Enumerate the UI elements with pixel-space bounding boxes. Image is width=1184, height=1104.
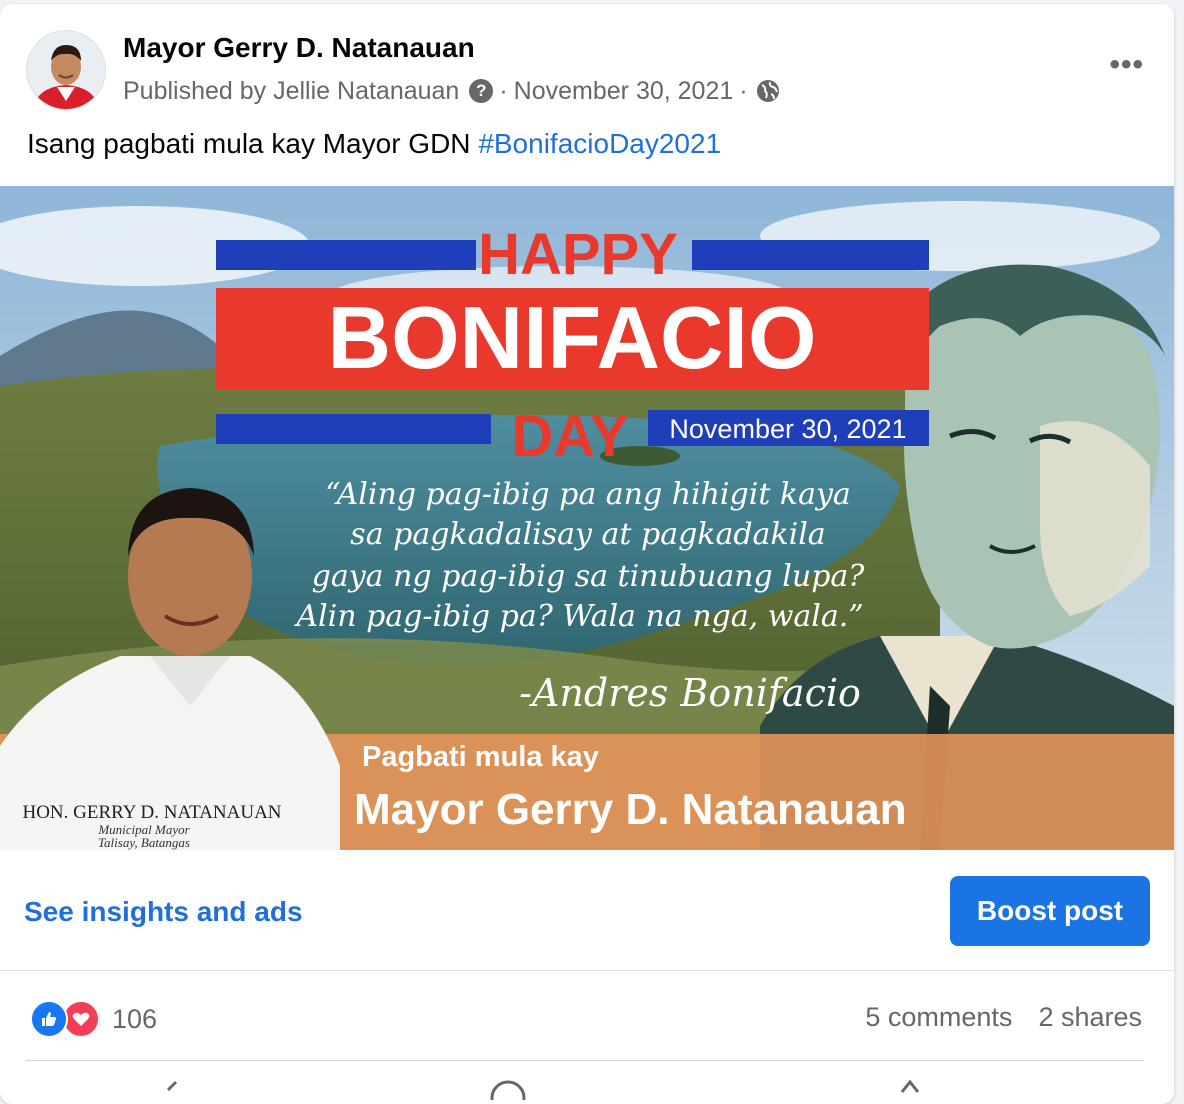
like-icon — [30, 1000, 68, 1038]
nameplate-place: Talisay, Batangas — [98, 835, 190, 850]
post-caption: Isang pagbati mula kay Mayor GDN #Bonifa… — [27, 128, 721, 160]
share-action-icon — [900, 1079, 920, 1093]
boost-post-button[interactable]: Boost post — [950, 876, 1150, 946]
post-date[interactable]: November 30, 2021 — [514, 77, 734, 106]
see-insights-link[interactable]: See insights and ads — [24, 896, 303, 928]
action-bar — [0, 1079, 1174, 1104]
comments-count[interactable]: 5 comments — [865, 1002, 1012, 1033]
greeting-small: Pagbati mula kay — [362, 741, 599, 773]
quote-line-1: “Aling pag-ibig pa ang hihigit kaya — [325, 477, 851, 512]
reaction-count: 106 — [112, 1003, 158, 1034]
public-globe-icon — [756, 79, 780, 103]
published-by[interactable]: Published by Jellie Natanauan — [123, 77, 459, 106]
reactions-summary[interactable]: 106 — [30, 1000, 157, 1038]
page-name[interactable]: Mayor Gerry D. Natanauan — [123, 32, 475, 64]
greeting-large: Mayor Gerry D. Natanauan — [354, 785, 907, 834]
caption-hashtag[interactable]: #BonifacioDay2021 — [478, 128, 721, 159]
post-image[interactable]: HAPPY BONIFACIO DAY November 30, 2021 “A… — [0, 186, 1174, 850]
bonifacio-text: BONIFACIO — [328, 288, 817, 387]
help-icon[interactable]: ? — [469, 79, 494, 103]
page-avatar[interactable] — [26, 30, 106, 110]
divider — [0, 970, 1174, 971]
date-badge: November 30, 2021 — [669, 414, 906, 444]
nameplate-name: HON. GERRY D. NATANAUAN — [22, 802, 281, 823]
engagement-stats: 5 comments 2 shares — [865, 1002, 1142, 1033]
post-card: Mayor Gerry D. Natanauan Published by Je… — [0, 4, 1174, 1104]
like-action-icon — [166, 1080, 178, 1092]
shares-count[interactable]: 2 shares — [1038, 1002, 1142, 1033]
quote-attribution: -Andres Bonifacio — [519, 671, 861, 715]
quote-line-2: sa pagkadalisay at pagkadakila — [350, 517, 825, 552]
meta-separator: · — [499, 76, 508, 105]
post-meta: Published by Jellie Natanauan ? · Novemb… — [123, 74, 780, 108]
more-options-icon[interactable]: ••• — [1109, 48, 1144, 82]
quote-line-3: gaya ng pag-ibig sa tinubuang lupa? — [312, 559, 866, 594]
quote-line-4: Alin pag-ibig pa? Wala na nga, wala.” — [293, 599, 863, 634]
meta-separator: · — [739, 76, 748, 105]
happy-text: HAPPY — [478, 222, 678, 287]
day-text: DAY — [511, 404, 628, 469]
comment-action-icon — [490, 1080, 526, 1104]
caption-text: Isang pagbati mula kay Mayor GDN — [27, 128, 479, 159]
divider — [26, 1060, 1144, 1061]
